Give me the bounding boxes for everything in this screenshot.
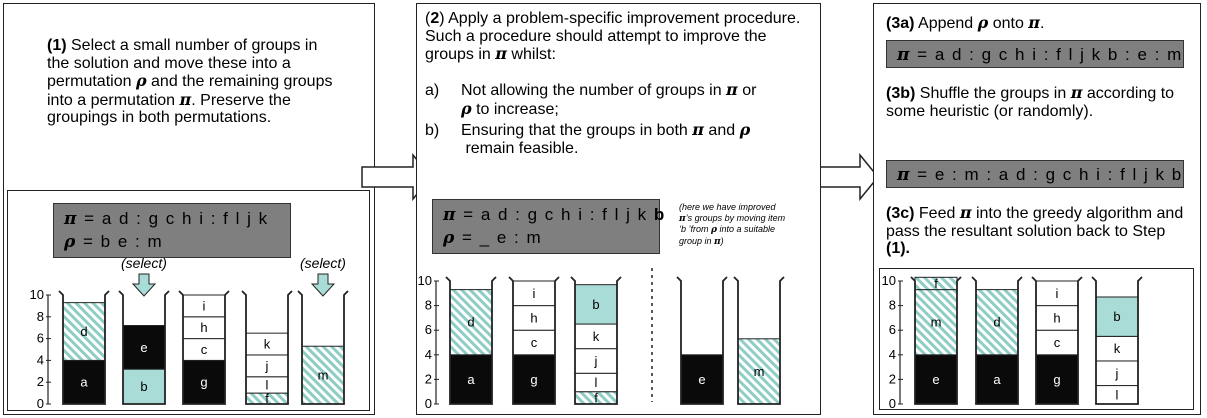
bin-item-label: l [595,375,598,390]
bin-item-label: d [993,315,1000,330]
bin-item-label: d [80,324,87,339]
axis-tick-label: 10 [30,287,44,302]
bin-item-label: m [931,315,942,330]
bin-item-label: f [934,276,938,291]
bin-item-label: i [533,286,536,301]
panel-2-bins: 0246810adgchifljkbem [418,273,785,411]
axis-tick-label: 10 [418,273,432,288]
bin-item-label: l [1116,387,1119,402]
bin-item-label: e [932,372,939,387]
axis-tick-label: 8 [37,309,44,324]
axis-tick-label: 6 [37,331,44,346]
bin-item-label: h [1053,310,1060,325]
bin-item-label: a [993,372,1001,387]
bin-item-label: c [201,342,208,357]
axis-tick-label: 2 [37,374,44,389]
bin-item-label: l [266,377,269,392]
bin-item-label: i [1056,286,1059,301]
bin-packing-diagrams: 0246810adbegchifljkm 0246810adgchifljkbe… [30,268,1143,411]
axis-tick-label: 10 [882,273,896,288]
axis-tick-label: 4 [425,347,432,362]
bin-item-label: b [1113,309,1120,324]
bin-item-label: j [594,353,598,368]
axis-tick-label: 6 [889,322,896,337]
bin-item-label: j [265,358,269,373]
bin-item-label: i [203,298,206,313]
bin-item-label: g [1053,372,1060,387]
bin-item-label: c [531,335,538,350]
bin-item-label: k [264,337,271,352]
bin-item-label: g [530,372,537,387]
bin-item-label: b [592,297,599,312]
bin-item-label: a [467,372,475,387]
axis-tick-label: 0 [889,396,896,411]
panel-3-bins: 0 2 4 6 8 10 e m f a d g chi ljk b [882,273,1143,411]
bin-item-label: g [200,375,207,390]
axis-tick-label: 8 [425,298,432,313]
bin-item-label: k [593,329,600,344]
bin-item-label: k [1114,341,1121,356]
panel-1-bins: 0246810adbegchifljkm [30,287,349,411]
axis-tick-label: 4 [889,347,896,362]
select-arrow-icon [131,273,157,297]
axis-tick-label: 6 [425,322,432,337]
axis-tick-label: 2 [425,371,432,386]
bin-item-label: e [698,372,705,387]
axis-tick-label: 4 [37,352,44,367]
bin-item-label: h [530,310,537,325]
axis-tick-label: 2 [889,371,896,386]
bin-item-label: j [1115,366,1119,381]
bin-item-label: e [140,340,147,355]
bin-item-label: b [140,379,147,394]
bin-item-label: c [1054,335,1061,350]
select-arrow-icon [310,273,336,297]
bin-item-label: d [467,315,474,330]
bin-item-label: a [80,375,88,390]
bin-item-label: h [200,320,207,335]
axis-tick-label: 0 [37,396,44,411]
bin-item-label: m [754,364,765,379]
axis-tick-label: 0 [425,396,432,411]
bin-item-label: m [318,368,329,383]
axis-tick-label: 8 [889,298,896,313]
